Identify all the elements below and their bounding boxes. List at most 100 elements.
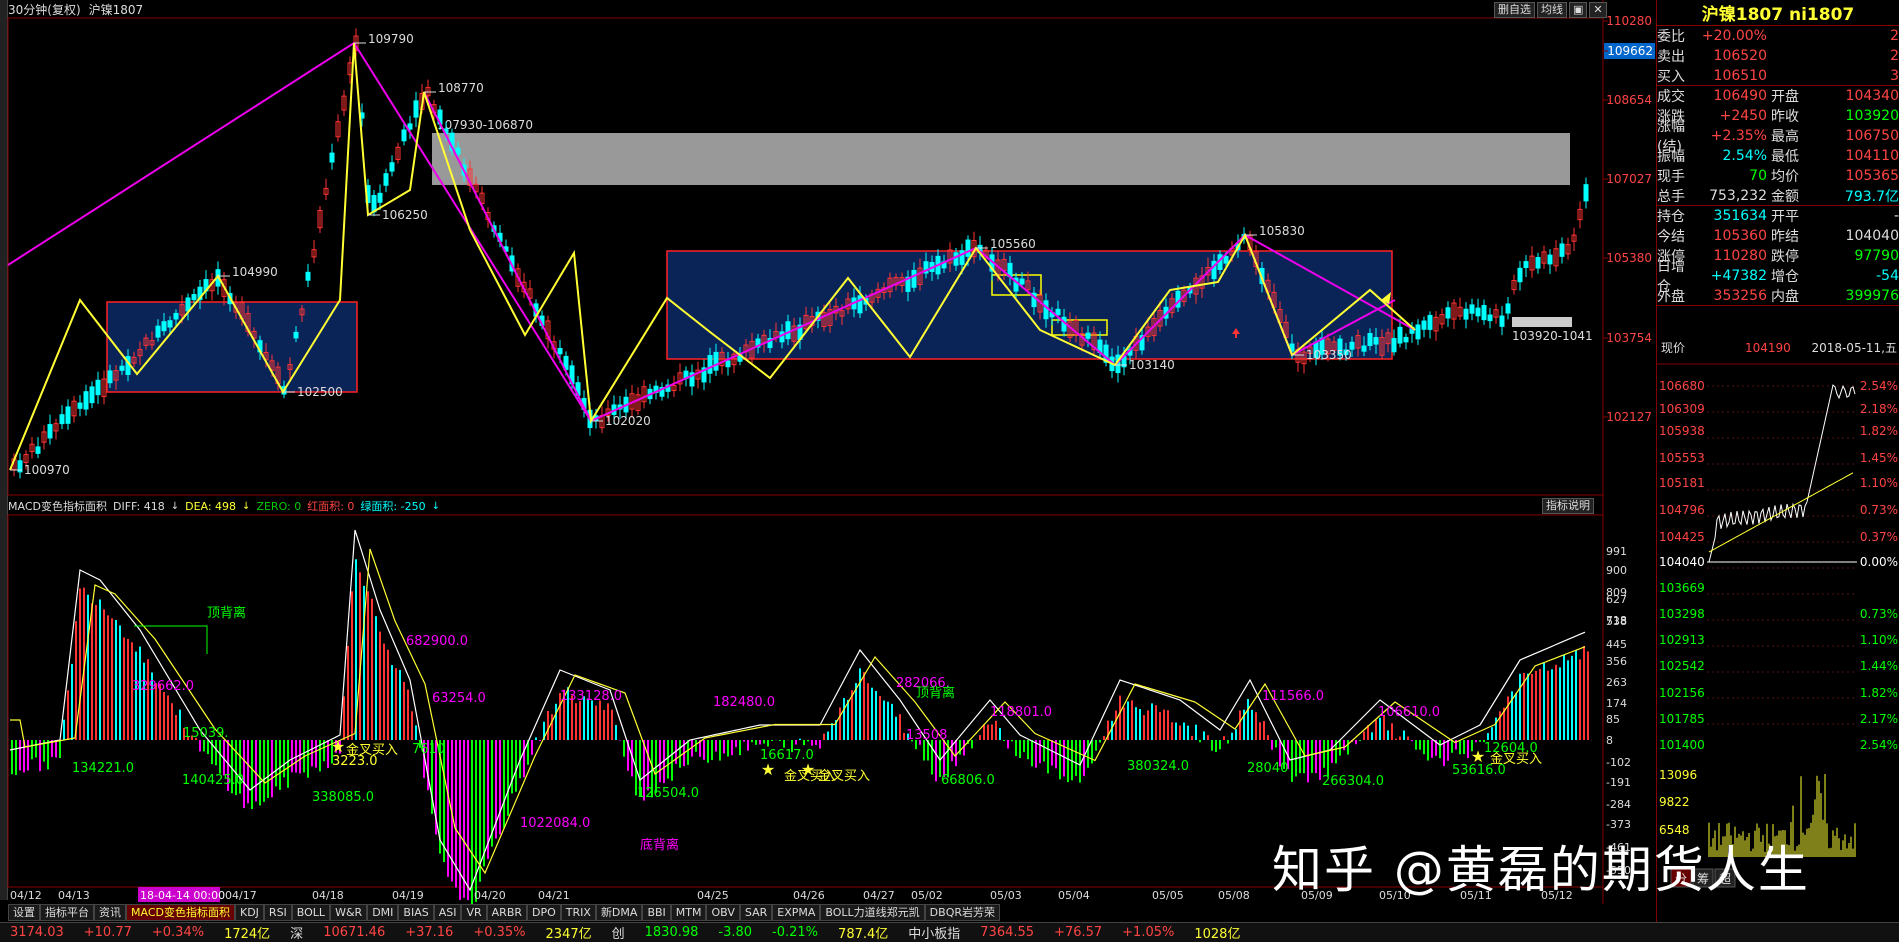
macd-annotation: 380324.0: [1127, 759, 1189, 774]
indicator-tab[interactable]: ARBR: [486, 904, 528, 921]
quote-label: 增仓: [1771, 269, 1799, 285]
candle-body: [1505, 303, 1511, 314]
macd-annotation: 266304.0: [1322, 774, 1384, 789]
quote-value: 353256: [1713, 287, 1767, 304]
indicator-tab[interactable]: MTM: [670, 904, 707, 921]
macd-axis-label: 900: [1606, 564, 1627, 577]
indicator-tab[interactable]: DMI: [367, 904, 399, 921]
window-icon[interactable]: ▣: [1569, 2, 1588, 18]
indicator-tab[interactable]: SAR: [739, 904, 773, 921]
macd-annotation: 12604.0: [1484, 741, 1538, 756]
macd-annotation: 140425.0: [182, 773, 244, 788]
macd-annotation: 329662.0: [132, 679, 194, 694]
macd-annotation: 7610: [412, 742, 445, 757]
quote-label: 内盘: [1771, 288, 1799, 305]
indicator-tab[interactable]: 新DMA: [595, 904, 643, 921]
macd-annotation: 顶背离: [207, 605, 246, 621]
candle-body: [305, 271, 311, 281]
quote-table: 委比 +20.00% 2 卖出 106520 2 买入 106510 3 成交 106490 开盘 10…: [1657, 26, 1899, 306]
quote-value: 106490: [1713, 88, 1767, 104]
kline-chart[interactable]: 107930-106870 103920-1041 100970 104990 1025…: [0, 0, 1656, 904]
candle-body: [77, 402, 83, 409]
indicator-tab[interactable]: BBI: [642, 904, 671, 921]
macd-annotation: 106610.0: [1378, 705, 1440, 720]
indicator-help-button[interactable]: 指标说明: [1542, 498, 1594, 514]
candle-body: [401, 129, 407, 142]
divergence-bracket: [134, 625, 208, 654]
indicator-tab[interactable]: W&R: [330, 904, 368, 921]
time-axis-label: 04/17: [225, 889, 257, 902]
pivot-label: 108770: [438, 81, 484, 95]
status-item: 1724亿: [224, 927, 271, 942]
indicator-tab[interactable]: RSI: [263, 904, 292, 921]
mini-right-axis: 0.73%: [1860, 503, 1898, 517]
macd-axis-label: 627: [1606, 593, 1627, 606]
mini-left-axis: 104796: [1659, 503, 1705, 517]
pivot-label: 102500: [297, 385, 343, 399]
indicator-tab[interactable]: DBQR岩芳荣: [924, 904, 1000, 921]
quote-row: 总手 753,232 金额 793.7亿: [1657, 186, 1899, 206]
quote-value: +2450: [1719, 108, 1767, 124]
candle-body: [1481, 304, 1487, 321]
macd-axis-label: -191: [1606, 776, 1631, 789]
indicator-tab[interactable]: VR: [461, 904, 487, 921]
status-item: 中小板指: [908, 927, 961, 942]
macd-zero: ZERO: 0: [256, 499, 302, 513]
candle-body: [1559, 243, 1565, 257]
candle-body: [713, 351, 719, 371]
indicator-tab[interactable]: 设置: [8, 904, 40, 921]
mini-right-axis: 1.10%: [1860, 633, 1898, 647]
macd-axis-label: 174: [1606, 697, 1627, 710]
indicator-tab[interactable]: BOLL力道线郑元凯: [820, 904, 925, 921]
candle-body: [65, 406, 71, 424]
pivot-label: 105560: [990, 237, 1036, 251]
indicator-tab[interactable]: ASI: [433, 904, 462, 921]
macd-green-area: 绿面积: -250: [360, 500, 426, 513]
pivot-label: 100970: [24, 463, 70, 477]
macd-axis-label: -102: [1606, 756, 1631, 769]
status-item: 787.4亿: [838, 927, 889, 942]
indicator-tab[interactable]: BOLL: [291, 904, 331, 921]
status-item: 深: [290, 927, 304, 942]
indicator-tab[interactable]: EXPMA: [772, 904, 821, 921]
indicator-tab[interactable]: OBV: [706, 904, 740, 921]
remove-favorite-button[interactable]: 删自选: [1494, 2, 1535, 18]
mini-left-axis: 102156: [1659, 686, 1705, 700]
candle-body: [857, 295, 863, 314]
indicator-tab[interactable]: DPO: [527, 904, 561, 921]
macd-annotation: 133128.0: [560, 689, 622, 704]
ma-button[interactable]: 均线: [1537, 2, 1567, 18]
candle-body: [1469, 304, 1475, 314]
time-axis-label: 04/20: [474, 889, 506, 902]
mini-left-axis: 101400: [1659, 738, 1705, 752]
quote-label: 均价: [1771, 169, 1799, 185]
price-axis-label: 103754: [1606, 331, 1652, 345]
quote-row: 涨幅(结) +2.35% 最高 106750: [1657, 119, 1899, 155]
indicator-tab[interactable]: BIAS: [398, 904, 434, 921]
candle-body: [35, 446, 41, 454]
macd-annotation: 118801.0: [990, 705, 1052, 720]
intraday-chart[interactable]: 现价 104190 2018-05-11,五 106680 106309 105938 10…: [1657, 332, 1899, 892]
macd-axis-label: -284: [1606, 798, 1631, 811]
indicator-tab[interactable]: KDJ: [234, 904, 264, 921]
close-icon[interactable]: ✕: [1589, 2, 1607, 18]
macd-annotation: 28040: [1247, 761, 1288, 776]
status-item: 10671.46: [323, 925, 386, 940]
quote-row: 委比 +20.00% 2: [1657, 26, 1899, 46]
range-box-2: [666, 250, 1393, 360]
quote-row: 涨停 110280 跌停 97790: [1657, 246, 1899, 266]
indicator-tab[interactable]: MACD变色指标面积: [126, 904, 235, 921]
quote-value: 104340: [1845, 88, 1899, 104]
indicator-tab[interactable]: 资讯: [94, 904, 126, 921]
quote-label: 金额: [1771, 188, 1799, 205]
status-bar: 3174.03 +10.77 +0.34% 1724亿 深 10671.46 +37.16 +…: [0, 922, 1899, 942]
macd-annotation: 182480.0: [713, 695, 775, 710]
mini-left-axis: 9822: [1659, 795, 1690, 809]
indicator-tab[interactable]: TRIX: [560, 904, 596, 921]
status-item: -3.80: [718, 925, 753, 940]
mini-left-axis: 103669: [1659, 581, 1705, 595]
macd-annotation: 1022084.0: [520, 816, 590, 831]
time-axis-label: 04/12: [10, 889, 42, 902]
indicator-tab[interactable]: 指标平台: [40, 904, 94, 921]
star-icon: ★: [1471, 747, 1485, 766]
